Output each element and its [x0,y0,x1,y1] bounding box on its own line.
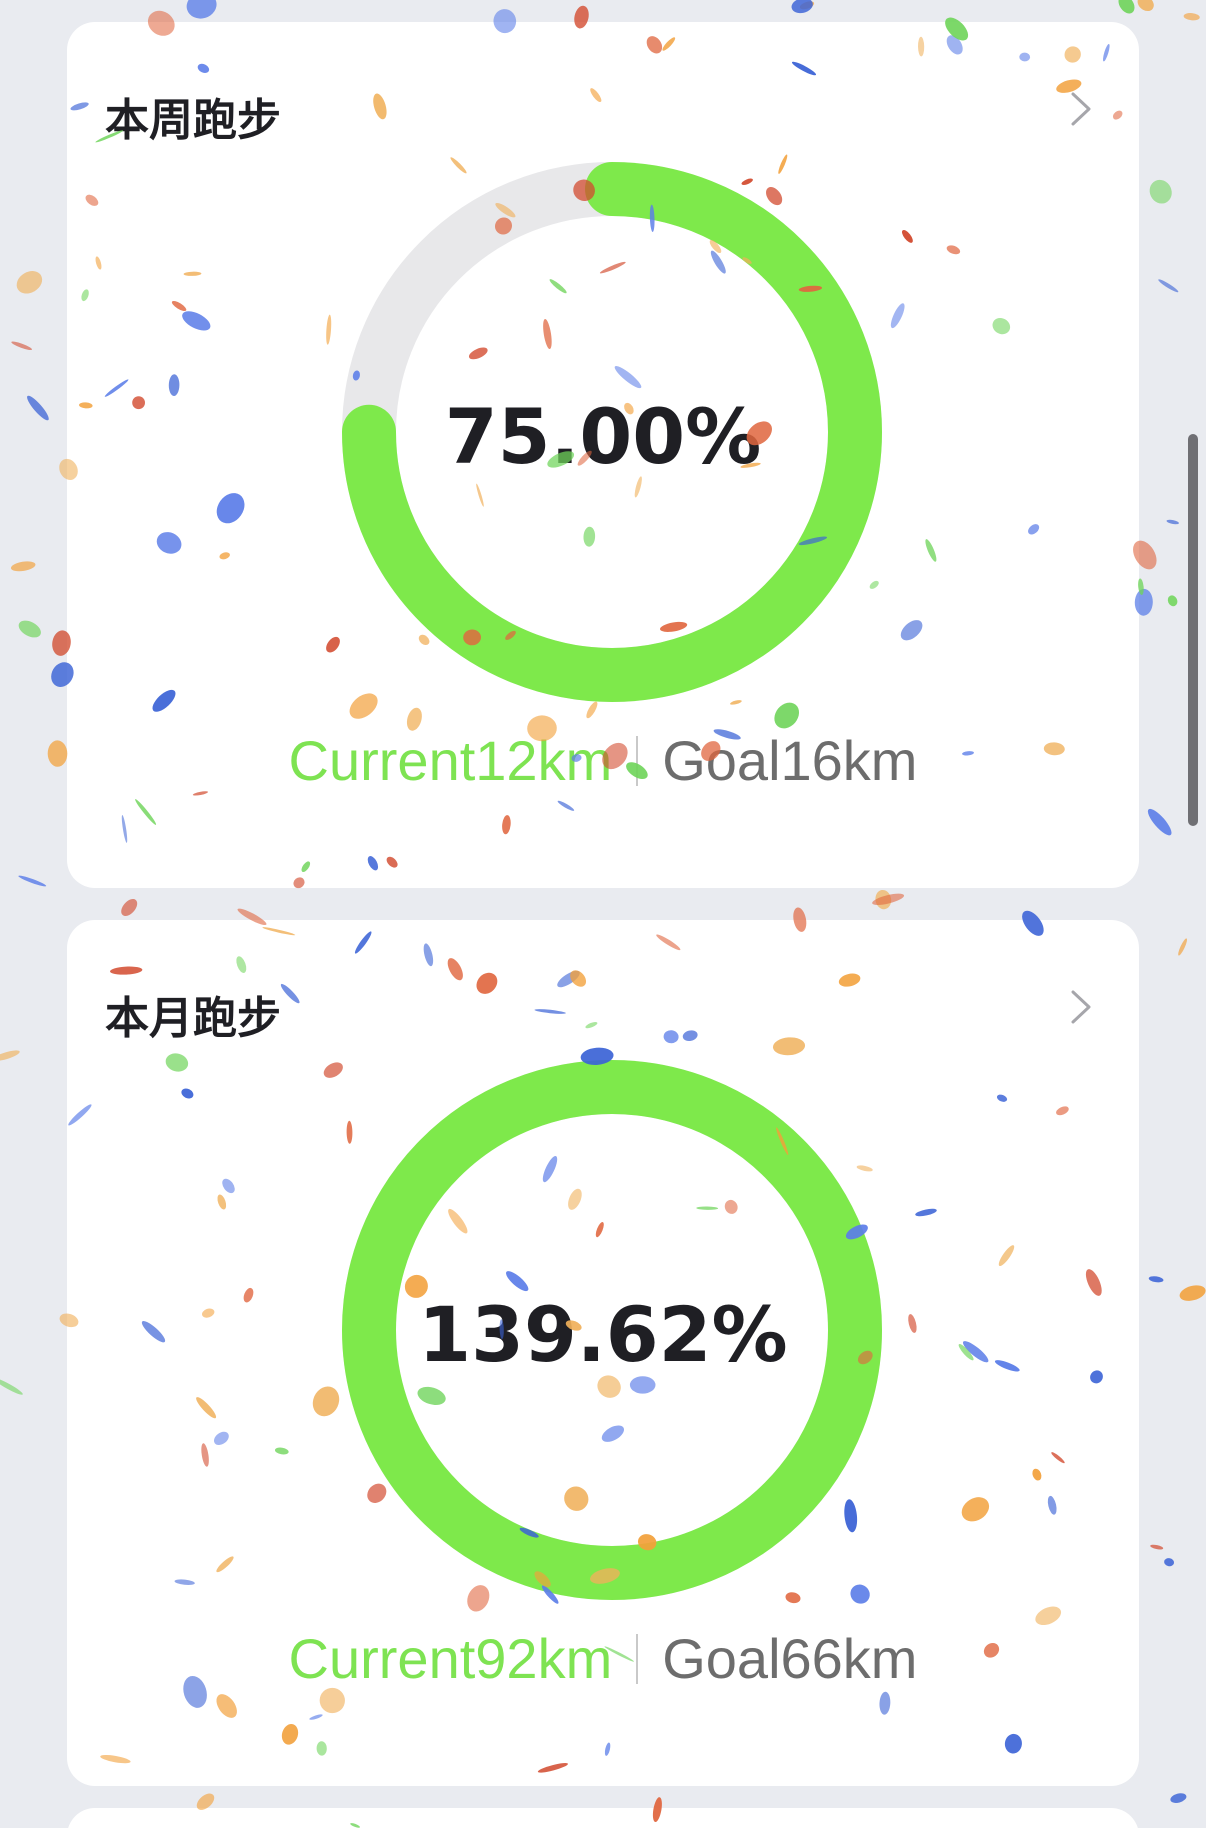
confetti-piece [1183,13,1200,21]
monthly-current: Current92km [288,1627,613,1690]
confetti-piece [1150,1544,1164,1550]
chevron-right-icon[interactable] [1061,982,1101,1032]
confetti-piece [1137,0,1154,12]
scrollbar-thumb[interactable] [1188,434,1198,826]
monthly-goal: Goal66km [662,1627,918,1690]
divider [636,1634,639,1684]
confetti-piece [791,0,813,14]
confetti-piece [1179,1285,1206,1301]
confetti-piece [875,889,892,910]
weekly-current: Current12km [288,729,613,792]
confetti-piece [1178,938,1188,956]
monthly-percent: 139.62% [418,1290,788,1379]
next-card-peek [67,1808,1139,1828]
divider [636,736,639,786]
weekly-percent: 75.00% [444,392,762,481]
monthly-card-title: 本月跑步 [105,993,281,1044]
confetti-piece [10,561,36,572]
confetti-piece [1147,808,1172,836]
confetti-piece [27,395,49,421]
confetti-piece [121,898,138,917]
confetti-piece [0,1050,20,1061]
weekly-card-title: 本周跑步 [105,95,281,146]
confetti-piece [18,620,41,638]
confetti-piece [16,271,43,294]
confetti-piece [1148,1276,1164,1283]
weekly-stats: Current12km Goal16km [67,728,1139,793]
running-stats-page: 本周跑步 75.00% Current12km Goal16km 本月跑步 139… [0,0,1206,1828]
monthly-stats: Current92km Goal66km [67,1626,1139,1691]
confetti-piece [1118,0,1135,14]
confetti-piece [1170,1793,1187,1803]
confetti-piece [1149,179,1172,204]
confetti-piece [799,1,815,10]
monthly-running-card[interactable]: 本月跑步 139.62% Current92km Goal66km [67,920,1139,1786]
confetti-piece [11,341,33,351]
confetti-piece [1167,595,1178,607]
weekly-goal: Goal16km [662,729,918,792]
confetti-piece [1166,519,1179,525]
confetti-piece [872,893,905,905]
confetti-piece [1164,1558,1175,1567]
weekly-running-card[interactable]: 本周跑步 75.00% Current12km Goal16km [67,22,1139,888]
confetti-piece [0,1378,23,1395]
confetti-piece [47,740,68,767]
confetti-piece [18,875,47,887]
chevron-right-icon[interactable] [1061,84,1101,134]
confetti-piece [1158,279,1179,293]
confetti-piece [186,0,217,19]
